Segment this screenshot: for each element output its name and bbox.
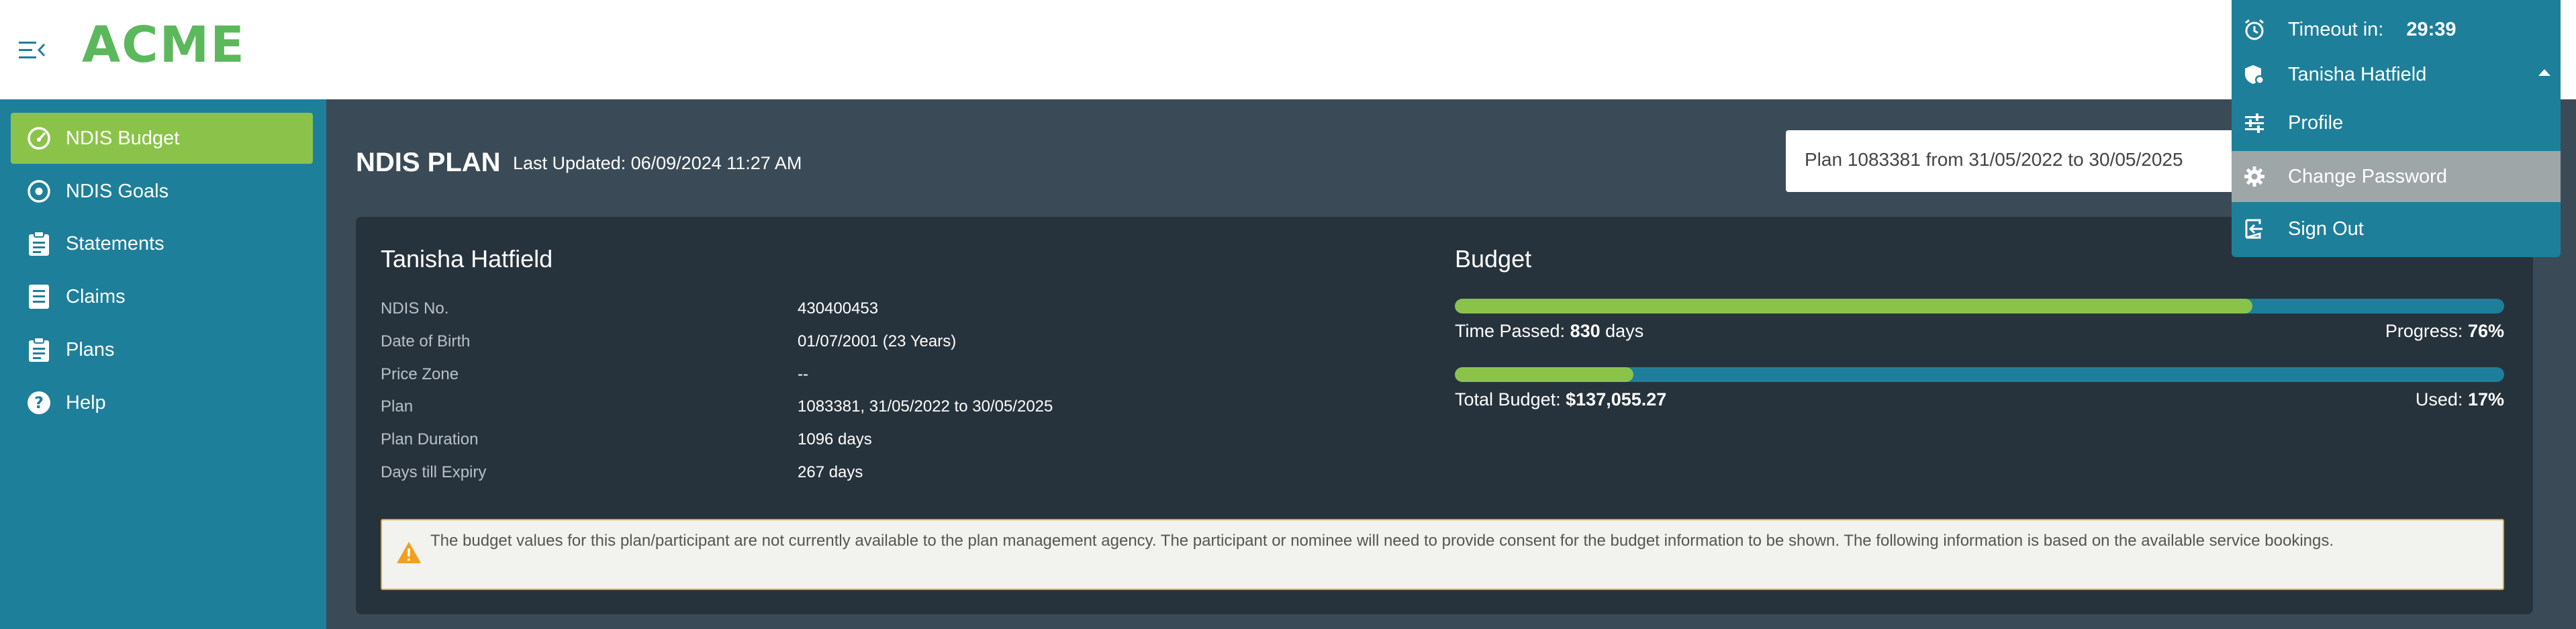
user-menu-item-label: Profile: [2288, 111, 2344, 134]
sidebar-item-claims[interactable]: Claims: [11, 271, 313, 322]
sliders-icon: [2242, 111, 2267, 135]
detail-label-days-till-expiry: Days till Expiry: [381, 463, 487, 481]
time-passed-label: Time Passed:: [1455, 321, 1566, 341]
time-progress-bar: [1455, 299, 2504, 313]
detail-label-price-zone: Price Zone: [381, 365, 459, 383]
user-dropdown-menu: Timeout in: 29:39 Tanisha Hatfield Profi…: [2232, 0, 2561, 257]
user-menu-sign-out[interactable]: Sign Out: [2232, 203, 2561, 254]
progress-label: Progress:: [2385, 321, 2463, 341]
page-title: NDIS PLAN: [356, 148, 501, 177]
user-menu-item-label: Sign Out: [2288, 217, 2364, 240]
budget-title: Budget: [1455, 245, 1532, 273]
document-list-icon: [26, 283, 52, 310]
sign-out-icon: [2242, 217, 2267, 241]
budget-used-bar: [1455, 367, 2504, 382]
time-progress-fill: [1455, 299, 2252, 313]
target-icon: [26, 178, 52, 205]
sidebar-item-label: NDIS Goals: [66, 180, 169, 202]
user-shield-icon: [2242, 62, 2267, 87]
detail-value-ndis-no: 430400453: [798, 299, 879, 318]
timeout-label: Timeout in:: [2288, 18, 2384, 40]
detail-label-plan: Plan: [381, 397, 414, 416]
sidebar-item-label: Help: [66, 391, 106, 414]
detail-value-plan-duration: 1096 days: [798, 430, 872, 448]
time-passed-text: Time Passed: 830 days: [1455, 321, 1643, 342]
participant-name: Tanisha Hatfield: [381, 245, 553, 273]
session-timeout: Timeout in: 29:39: [2232, 4, 2561, 55]
top-header: ACME: [0, 0, 2576, 99]
sidebar-item-label: Claims: [66, 285, 126, 307]
budget-warning-notice: The budget values for this plan/particip…: [381, 519, 2504, 590]
alarm-clock-icon: [2242, 17, 2267, 42]
sidebar-item-ndis-goals[interactable]: NDIS Goals: [11, 166, 313, 217]
user-name: Tanisha Hatfield: [2288, 63, 2427, 85]
sidebar-item-statements[interactable]: Statements: [11, 218, 313, 269]
user-menu-change-password[interactable]: Change Password: [2232, 151, 2561, 202]
plan-select[interactable]: Plan 1083381 from 31/05/2022 to 30/05/20…: [1786, 130, 2256, 192]
progress-value: 76%: [2467, 321, 2504, 341]
user-menu-profile[interactable]: Profile: [2232, 97, 2561, 148]
total-budget-value: $137,055.27: [1566, 389, 1667, 409]
detail-value-plan: 1083381, 31/05/2022 to 30/05/2025: [798, 397, 1053, 416]
last-updated-text: Last Updated: 06/09/2024 11:27 AM: [513, 153, 802, 173]
speedometer-icon: [26, 125, 52, 152]
notice-text: The budget values for this plan/particip…: [430, 532, 2334, 550]
used-value: 17%: [2467, 389, 2504, 409]
app-logo: ACME: [82, 16, 246, 74]
total-budget-text: Total Budget: $137,055.27: [1455, 389, 1666, 410]
detail-label-plan-duration: Plan Duration: [381, 430, 479, 448]
warning-icon: [397, 542, 421, 563]
progress-text: Progress: 76%: [2385, 321, 2504, 342]
sidebar-item-help[interactable]: ? Help: [11, 377, 313, 428]
sidebar-item-ndis-budget[interactable]: NDIS Budget: [11, 113, 313, 164]
sidebar-item-label: NDIS Budget: [66, 127, 180, 149]
gear-icon: [2242, 164, 2267, 189]
timeout-value: 29:39: [2406, 18, 2456, 40]
sidebar: NDIS Budget NDIS Goals Statements Claims…: [0, 99, 326, 629]
menu-collapse-icon[interactable]: [19, 40, 46, 60]
help-circle-icon: ?: [26, 389, 52, 416]
svg-text:?: ?: [34, 393, 44, 412]
sidebar-item-plans[interactable]: Plans: [11, 324, 313, 375]
used-label: Used:: [2415, 389, 2463, 409]
user-menu-toggle[interactable]: Tanisha Hatfield: [2232, 49, 2561, 100]
used-text: Used: 17%: [2416, 389, 2504, 410]
detail-value-dob: 01/07/2001 (23 Years): [798, 332, 957, 350]
sidebar-item-label: Statements: [66, 232, 164, 254]
total-budget-label: Total Budget:: [1455, 389, 1561, 409]
sidebar-item-label: Plans: [66, 338, 115, 360]
detail-label-ndis-no: NDIS No.: [381, 299, 449, 318]
time-passed-value: 830: [1570, 321, 1601, 341]
detail-value-days-till-expiry: 267 days: [798, 463, 863, 481]
clipboard-list-icon: [26, 336, 52, 363]
time-passed-unit: days: [1605, 321, 1644, 341]
clipboard-icon: [26, 230, 52, 257]
detail-value-price-zone: --: [798, 365, 808, 383]
user-menu-item-label: Change Password: [2288, 165, 2447, 187]
caret-up-icon: [2538, 69, 2550, 76]
plan-select-value: Plan 1083381 from 31/05/2022 to 30/05/20…: [1805, 149, 2183, 170]
budget-used-fill: [1455, 367, 1633, 382]
detail-label-dob: Date of Birth: [381, 332, 471, 350]
